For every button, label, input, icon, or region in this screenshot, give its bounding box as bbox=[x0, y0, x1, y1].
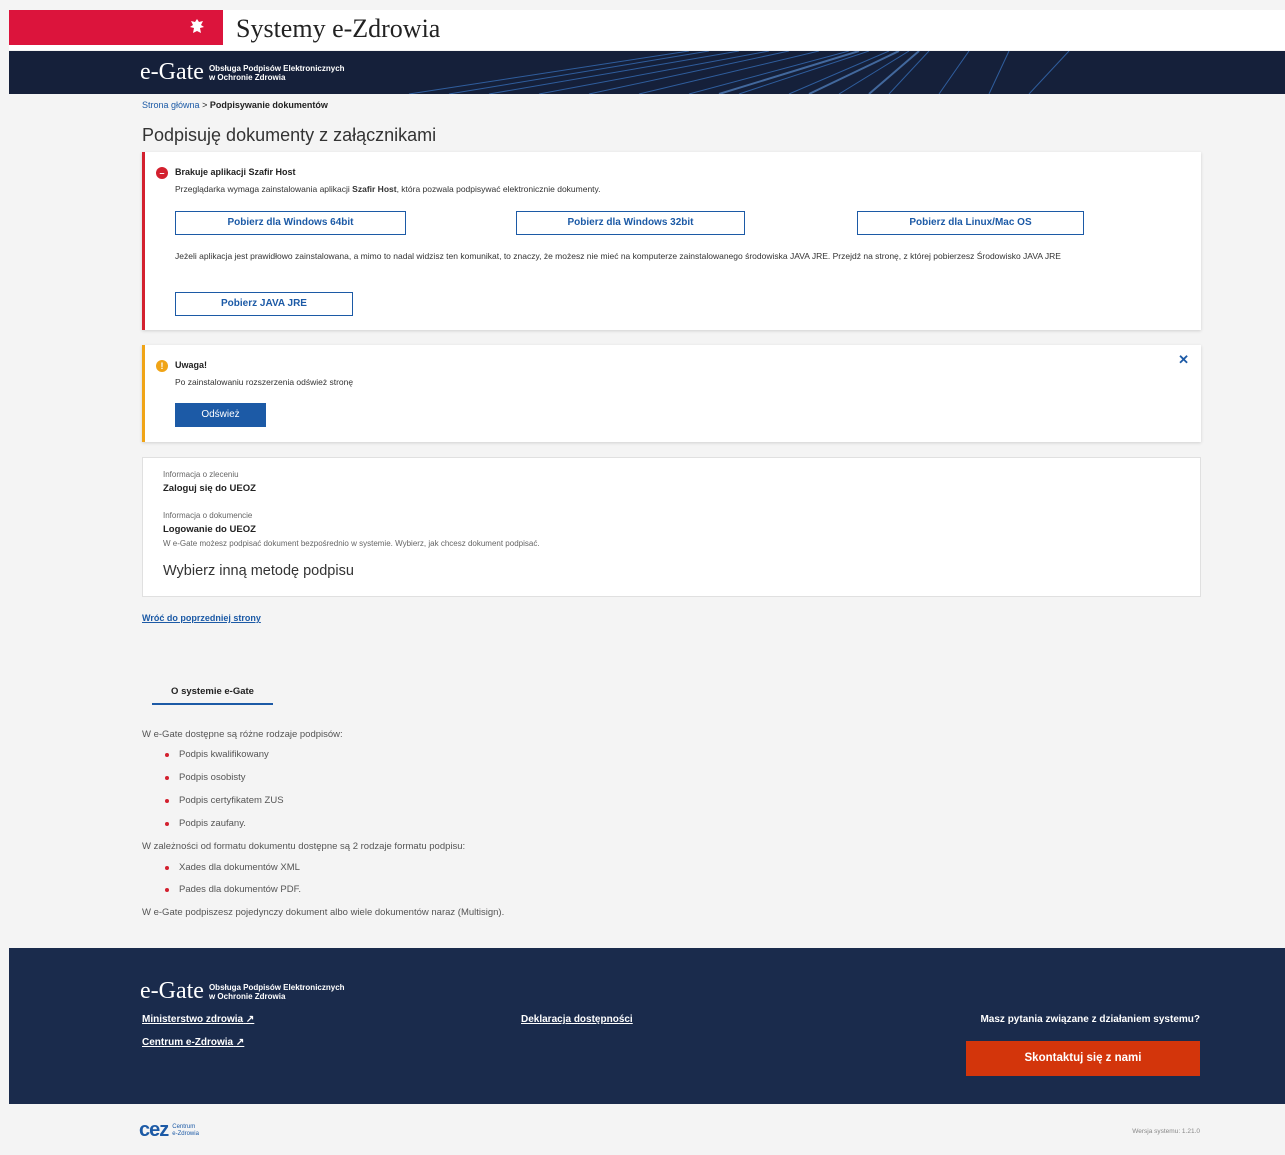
brand-subtitle-line-1: Obsługa Podpisów Elektronicznych bbox=[208, 63, 345, 73]
footer-brand-subtitle: Obsługa Podpisów Elektronicznych w Ochro… bbox=[209, 983, 345, 1001]
cez-link[interactable]: Centrum e-Zdrowia ↗ bbox=[142, 1037, 244, 1048]
error-icon: – bbox=[156, 167, 168, 179]
footer-brand-subtitle-line-1: Obsługa Podpisów Elektronicznych bbox=[208, 982, 345, 992]
list-item: Podpis osobisty bbox=[165, 772, 246, 783]
formats-intro: W zależności od formatu dokumentu dostęp… bbox=[142, 841, 466, 852]
bottom-strip: cez Centrum e-Zdrowia Wersja systemu: 1.… bbox=[9, 1104, 1285, 1155]
external-link-icon: ↗ bbox=[235, 1037, 245, 1048]
warning-icon: ! bbox=[156, 360, 168, 372]
cez-link-label: Centrum e-Zdrowia bbox=[142, 1037, 234, 1048]
list-item-text: Podpis osobisty bbox=[179, 772, 246, 783]
contact-button[interactable]: Skontaktuj się z nami bbox=[966, 1041, 1200, 1076]
alert-text-after: , która pozwala podpisywać elektroniczni… bbox=[396, 184, 601, 194]
header-banner: e-Gate Obsługa Podpisów Elektronicznych … bbox=[9, 51, 1285, 94]
download-windows-32-button[interactable]: Pobierz dla Windows 32bit bbox=[516, 211, 745, 235]
refresh-warning: ! Uwaga! Po zainstalowaniu rozszerzenia … bbox=[142, 345, 1201, 442]
list-item: Podpis zaufany. bbox=[165, 818, 246, 829]
breadcrumb-home-link[interactable]: Strona główna bbox=[142, 100, 200, 110]
ministry-link-label: Ministerstwo zdrowia bbox=[142, 1014, 244, 1025]
back-link[interactable]: Wróć do poprzedniej strony bbox=[142, 613, 261, 623]
alert-heading: Brakuje aplikacji Szafir Host bbox=[175, 167, 296, 177]
list-item: Podpis kwalifikowany bbox=[165, 749, 269, 760]
other-method-heading[interactable]: Wybierz inną metodę podpisu bbox=[163, 563, 354, 579]
system-version: Wersja systemu: 1.21.0 bbox=[1132, 1128, 1200, 1135]
eagle-emblem-icon bbox=[190, 19, 204, 33]
alert-text-bold: Szafir Host bbox=[352, 184, 397, 194]
java-note: Jeżeli aplikacja jest prawidłowo zainsta… bbox=[175, 251, 1061, 261]
footer: e-Gate Obsługa Podpisów Elektronicznych … bbox=[9, 948, 1285, 1104]
system-title: Systemy e-Zdrowia bbox=[236, 14, 441, 43]
list-item: Pades dla dokumentów PDF. bbox=[165, 884, 301, 895]
page-title: Podpisuję dokumenty z załącznikami bbox=[142, 125, 437, 145]
cez-logo-sub-1: Centrum bbox=[172, 1123, 196, 1130]
brand-name: e-Gate bbox=[140, 59, 204, 85]
download-linux-mac-button[interactable]: Pobierz dla Linux/Mac OS bbox=[857, 211, 1084, 235]
cez-logo-subtitle: Centrum e-Zdrowia bbox=[172, 1124, 199, 1138]
accessibility-declaration-link[interactable]: Deklaracja dostępności bbox=[521, 1014, 633, 1025]
list-item-text: Xades dla dokumentów XML bbox=[179, 862, 300, 873]
egate-logo[interactable]: e-Gate Obsługa Podpisów Elektronicznych … bbox=[140, 59, 345, 86]
download-java-button[interactable]: Pobierz JAVA JRE bbox=[175, 292, 353, 316]
missing-app-alert: – Brakuje aplikacji Szafir Host Przegląd… bbox=[142, 152, 1201, 330]
breadcrumb-current: Podpisywanie dokumentów bbox=[209, 100, 328, 110]
brand-subtitle: Obsługa Podpisów Elektronicznych w Ochro… bbox=[209, 64, 345, 82]
breadcrumb: Strona główna > Podpisywanie dokumentów bbox=[142, 100, 328, 110]
footer-brand-subtitle-line-2: w Ochronie Zdrowia bbox=[208, 991, 286, 1001]
list-item-text: Pades dla dokumentów PDF. bbox=[179, 884, 301, 895]
refresh-button[interactable]: Odśwież bbox=[175, 403, 266, 427]
close-icon[interactable]: ✕ bbox=[1178, 352, 1189, 368]
signatures-intro: W e-Gate dostępne są różne rodzaje podpi… bbox=[142, 729, 343, 740]
ministry-link[interactable]: Ministerstwo zdrowia ↗ bbox=[142, 1014, 254, 1025]
brand-subtitle-line-2: w Ochronie Zdrowia bbox=[208, 72, 286, 82]
footer-egate-logo: e-Gate Obsługa Podpisów Elektronicznych … bbox=[140, 978, 345, 1005]
download-windows-64-button[interactable]: Pobierz dla Windows 64bit bbox=[175, 211, 406, 235]
alert-text-before: Przeglądarka wymaga zainstalowania aplik… bbox=[175, 184, 353, 194]
cez-logo-sub-2: e-Zdrowia bbox=[172, 1130, 199, 1137]
contact-question: Masz pytania związane z działaniem syste… bbox=[980, 1014, 1200, 1025]
banner-background-graphic bbox=[408, 51, 1070, 94]
order-info-value: Zaloguj się do UEOZ bbox=[163, 483, 256, 494]
alert-description: Przeglądarka wymaga zainstalowania aplik… bbox=[175, 182, 601, 197]
order-info-label: Informacja o zleceniu bbox=[163, 470, 239, 479]
list-item: Xades dla dokumentów XML bbox=[165, 862, 300, 873]
list-item: Podpis certyfikatem ZUS bbox=[165, 795, 284, 806]
multisign-text: W e-Gate podpiszesz pojedynczy dokument … bbox=[142, 907, 505, 918]
external-link-icon: ↗ bbox=[245, 1014, 255, 1025]
document-info-value: Logowanie do UEOZ bbox=[163, 524, 256, 535]
warning-heading: Uwaga! bbox=[175, 360, 208, 370]
document-info-label: Informacja o dokumencie bbox=[163, 511, 253, 520]
footer-brand-name: e-Gate bbox=[140, 978, 204, 1004]
cez-logo[interactable]: cez Centrum e-Zdrowia bbox=[139, 1119, 199, 1142]
cez-logo-mark: cez bbox=[139, 1119, 169, 1141]
tab-about-egate[interactable]: O systemie e-Gate bbox=[152, 686, 273, 705]
signing-note: W e-Gate możesz podpisać dokument bezpoś… bbox=[163, 539, 540, 548]
breadcrumb-separator: > bbox=[202, 100, 208, 110]
warning-text: Po zainstalowaniu rozszerzenia odśwież s… bbox=[175, 377, 354, 387]
list-item-text: Podpis kwalifikowany bbox=[179, 749, 269, 760]
top-bar: Systemy e-Zdrowia bbox=[9, 10, 1285, 50]
list-item-text: Podpis certyfikatem ZUS bbox=[179, 795, 284, 806]
document-info-card: Informacja o zleceniu Zaloguj się do UEO… bbox=[142, 457, 1201, 597]
list-item-text: Podpis zaufany. bbox=[179, 818, 246, 829]
